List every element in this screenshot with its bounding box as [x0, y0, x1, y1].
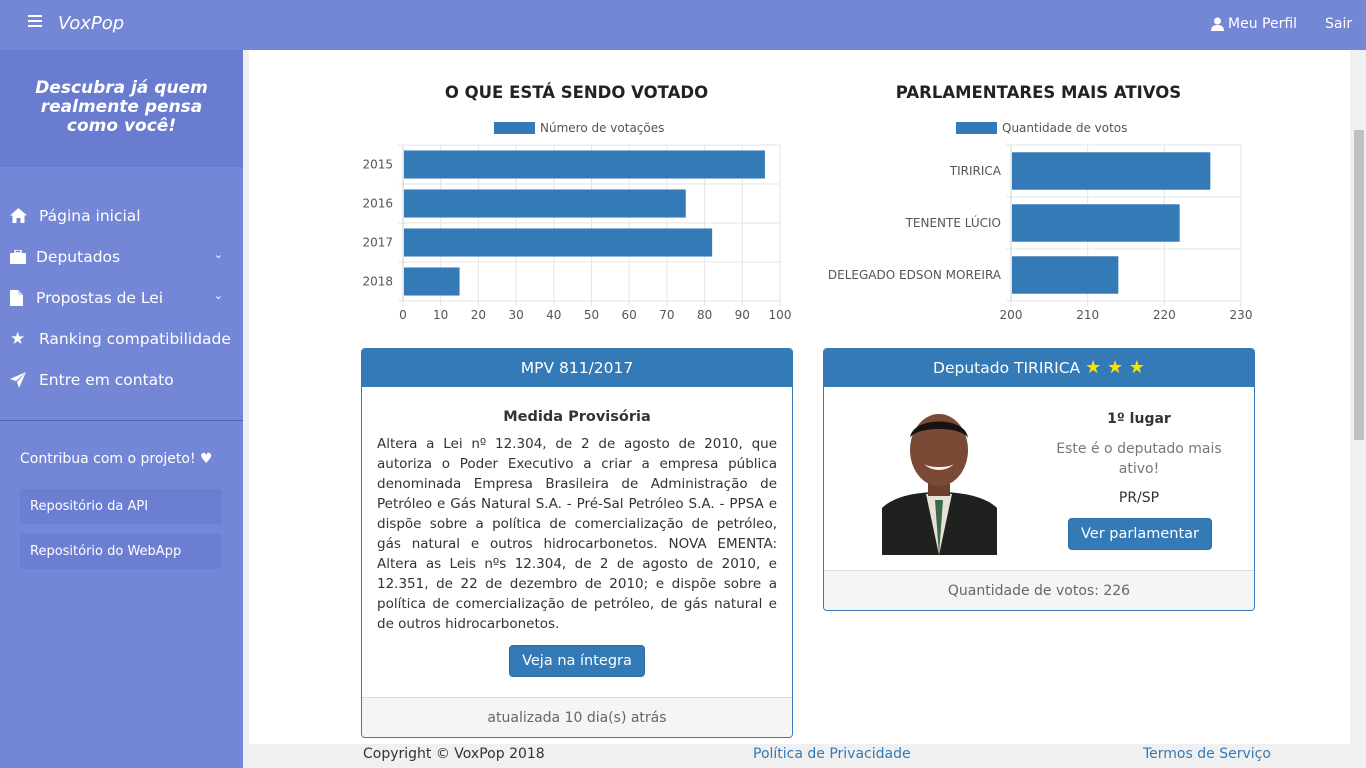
- y-tick-label: TIRIRICA: [949, 164, 1002, 178]
- x-tick-label: 70: [659, 308, 674, 322]
- sidebar-item-deputies[interactable]: Deputados ⌄: [0, 236, 243, 277]
- sidebar-nav: Página inicial Deputados ⌄ Propostas de …: [0, 195, 243, 400]
- sidebar-item-label: Página inicial: [39, 206, 141, 225]
- scrollbar-thumb[interactable]: [1354, 130, 1364, 440]
- deputy-party-state: PR/SP: [1118, 490, 1160, 506]
- proposal-card: MPV 811/2017 Medida Provisória Altera a …: [361, 348, 793, 738]
- x-tick-label: 230: [1230, 308, 1253, 322]
- x-tick-label: 80: [697, 308, 712, 322]
- deputy-description: Este é o deputado mais ativo!: [1056, 441, 1222, 477]
- chart-title-active: PARLAMENTARES MAIS ATIVOS: [895, 83, 1182, 102]
- deputy-card: Deputado TIRIRICA ★ ★ ★ 1º lugar Este é …: [823, 348, 1255, 611]
- top-navbar: VoxPop Meu Perfil Sair: [0, 0, 1366, 50]
- chart-bar: [404, 150, 765, 179]
- votes-bar-chart: 0 10 20 30 40 50 60 70 80 90 100 2015 2016 2017 2018: [362, 144, 792, 322]
- profile-label: Meu Perfil: [1228, 16, 1298, 32]
- sidebar-item-label: Deputados: [36, 247, 121, 266]
- logout-link[interactable]: Sair: [1325, 16, 1352, 32]
- view-deputy-button[interactable]: Ver parlamentar: [1068, 518, 1213, 550]
- legend-swatch: [494, 122, 535, 134]
- chart-bar: [1012, 204, 1180, 242]
- page-scrollbar[interactable]: [1352, 50, 1366, 768]
- star-icon: ★: [10, 328, 26, 349]
- send-icon: [10, 371, 36, 388]
- y-tick-label: 2018: [362, 275, 393, 289]
- y-tick-label: 2016: [362, 197, 393, 211]
- chart-title-votes: O QUE ESTÁ SENDO VOTADO: [444, 83, 709, 102]
- document-icon: [10, 289, 36, 306]
- chart-bar: [1012, 256, 1119, 294]
- privacy-link[interactable]: Política de Privacidade: [753, 746, 911, 762]
- x-tick-label: 20: [471, 308, 486, 322]
- deputy-card-title: Deputado TIRIRICA: [933, 359, 1081, 377]
- x-tick-label: 10: [433, 308, 448, 322]
- x-tick-label: 210: [1076, 308, 1099, 322]
- deputy-card-header: Deputado TIRIRICA ★ ★ ★: [824, 349, 1254, 387]
- deputy-rank: 1º lugar: [1107, 411, 1171, 427]
- home-icon: [10, 208, 36, 223]
- legend-label: Número de votações: [540, 121, 665, 135]
- chart-bar: [404, 228, 713, 257]
- y-tick-label: TENENTE LÚCIO: [905, 215, 1001, 230]
- proposal-updated: atualizada 10 dia(s) atrás: [362, 697, 792, 737]
- brand-logo[interactable]: VoxPop: [58, 13, 124, 34]
- legend-label: Quantidade de votos: [1002, 121, 1128, 135]
- sidebar-item-contact[interactable]: Entre em contato: [0, 359, 243, 400]
- deputy-vote-count: Quantidade de votos: 226: [824, 570, 1254, 610]
- menu-icon[interactable]: [28, 15, 42, 29]
- chart-legend: Número de votações: [494, 121, 664, 135]
- contribute-text: Contribua com o projeto! ♥: [20, 451, 213, 467]
- sidebar-item-label: Propostas de Lei: [36, 288, 164, 307]
- x-tick-label: 30: [508, 308, 523, 322]
- x-tick-label: 60: [622, 308, 637, 322]
- terms-link[interactable]: Termos de Serviço: [1143, 746, 1271, 762]
- deputies-bar-chart: 200 210 220 230 TIRIRICA TENENTE LÚCIO DELEGAD…: [828, 144, 1253, 322]
- x-tick-label: 0: [399, 308, 407, 322]
- proposal-card-title: MPV 811/2017: [362, 349, 792, 387]
- sidebar-tagline: Descubra já quem realmente pensa como vo…: [0, 50, 243, 167]
- webapp-repo-button[interactable]: Repositório do WebApp: [20, 534, 222, 569]
- deputy-photo: [882, 408, 997, 555]
- sidebar: Descubra já quem realmente pensa como vo…: [0, 50, 243, 768]
- x-tick-label: 40: [546, 308, 561, 322]
- chart-bar: [1012, 152, 1211, 190]
- sidebar-item-ranking[interactable]: ★ Ranking compatibilidade: [0, 318, 243, 359]
- view-full-button[interactable]: Veja na íntegra: [509, 645, 645, 677]
- x-tick-label: 220: [1153, 308, 1176, 322]
- x-tick-label: 200: [1000, 308, 1023, 322]
- proposal-summary: Altera a Lei nº 12.304, de 2 de agosto d…: [377, 436, 777, 632]
- x-tick-label: 90: [735, 308, 750, 322]
- chart-bar: [404, 189, 686, 218]
- sidebar-item-proposals[interactable]: Propostas de Lei ⌄: [0, 277, 243, 318]
- copyright-text: Copyright © VoxPop 2018: [363, 746, 545, 762]
- briefcase-icon: [10, 249, 36, 264]
- rating-stars-icon: ★ ★ ★: [1085, 357, 1145, 378]
- y-tick-label: 2017: [362, 236, 393, 250]
- sidebar-item-home[interactable]: Página inicial: [0, 195, 243, 236]
- x-tick-label: 100: [769, 308, 792, 322]
- proposal-subtitle: Medida Provisória: [503, 409, 651, 425]
- chevron-down-icon[interactable]: ⌄: [214, 248, 223, 261]
- x-tick-label: 50: [584, 308, 599, 322]
- api-repo-button[interactable]: Repositório da API: [20, 489, 222, 524]
- sidebar-divider: [0, 420, 243, 421]
- sidebar-item-label: Entre em contato: [39, 370, 174, 389]
- chevron-down-icon[interactable]: ⌄: [214, 289, 223, 302]
- y-tick-label: 2015: [362, 158, 393, 172]
- legend-swatch: [956, 122, 997, 134]
- sidebar-item-label: Ranking compatibilidade: [39, 329, 231, 348]
- y-tick-label: DELEGADO EDSON MOREIRA: [828, 268, 1002, 282]
- chart-legend: Quantidade de votos: [956, 121, 1127, 135]
- chart-bar: [404, 267, 460, 296]
- user-icon: [1211, 17, 1224, 31]
- profile-link[interactable]: Meu Perfil: [1211, 16, 1297, 32]
